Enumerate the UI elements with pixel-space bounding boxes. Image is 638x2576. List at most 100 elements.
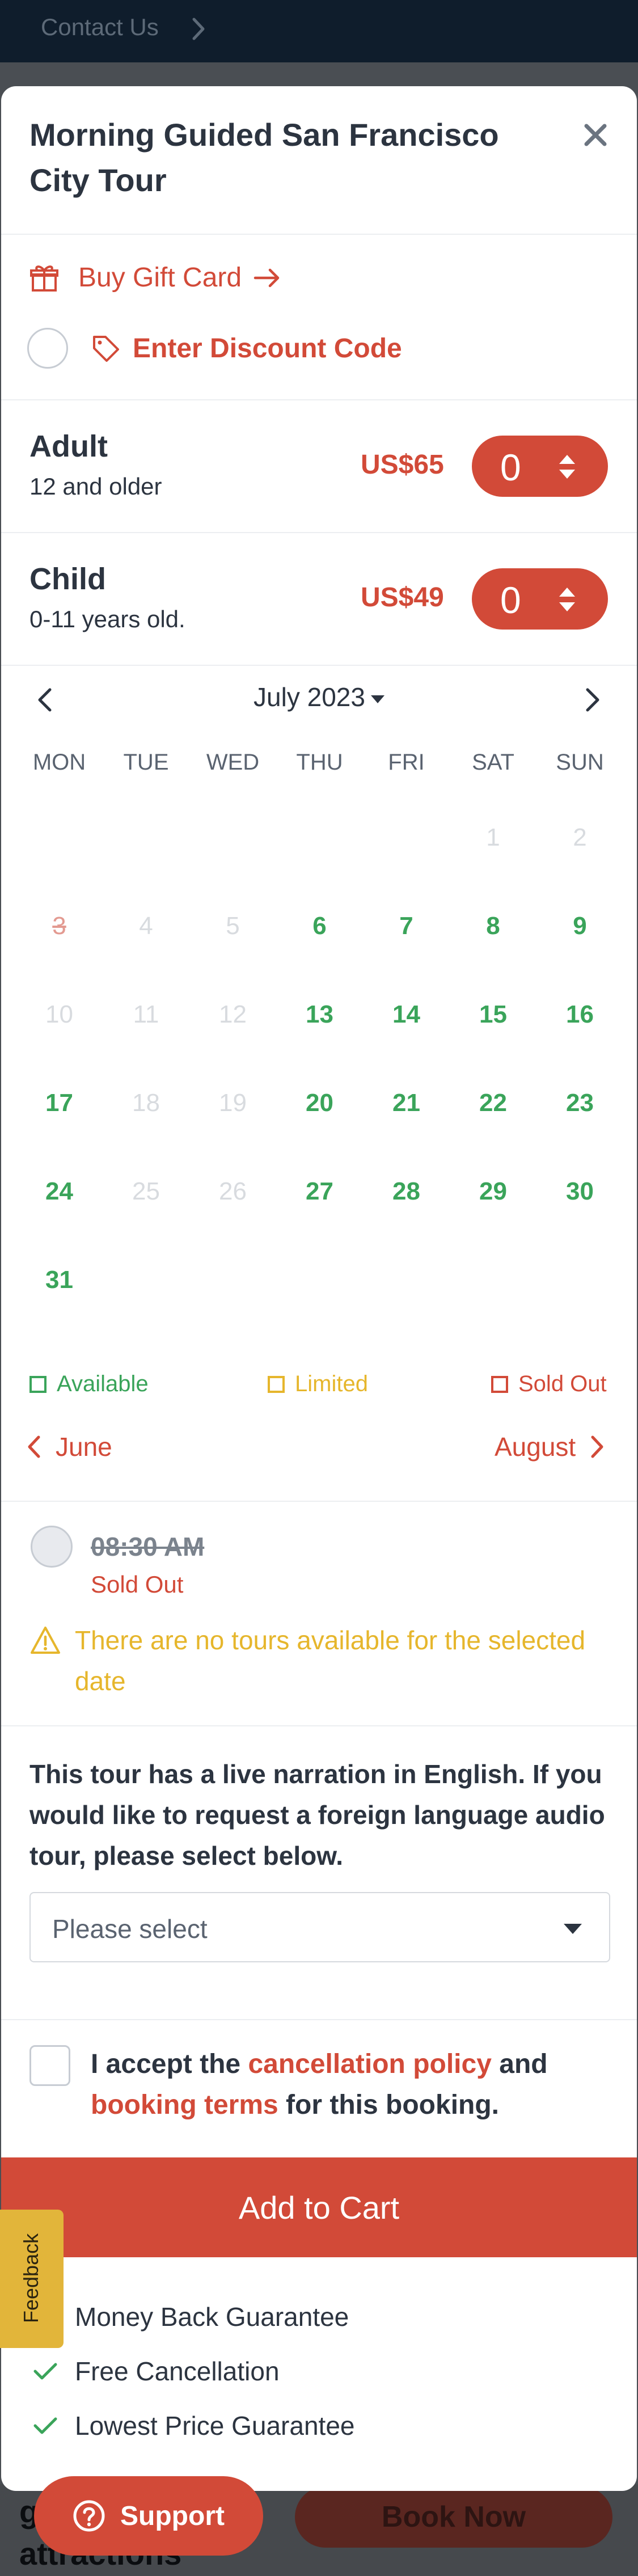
add-to-cart-button[interactable]: Add to Cart <box>1 2157 637 2257</box>
calendar-day[interactable]: 6 <box>276 912 363 940</box>
check-icon <box>33 2417 57 2434</box>
ticket-name: Adult <box>29 429 108 463</box>
calendar-day: 26 <box>219 1177 247 1205</box>
booking-modal: Morning Guided San Francisco City Tour B… <box>1 86 637 2491</box>
calendar-day: 5 <box>226 912 240 940</box>
calendar-day[interactable]: 21 <box>363 1089 450 1117</box>
calendar-day[interactable]: 31 <box>16 1266 103 1294</box>
weekday-header: FRI <box>388 750 425 775</box>
ticket-name: Child <box>29 562 106 596</box>
language-select[interactable]: Please select <box>29 1892 610 1962</box>
caret-down-icon <box>370 695 385 703</box>
calendar-day: 12 <box>219 1000 247 1028</box>
booking-terms-link[interactable]: booking terms <box>91 2090 278 2120</box>
chevron-right-icon <box>192 18 205 40</box>
divider <box>1 2019 637 2020</box>
calendar-day[interactable]: 23 <box>536 1089 623 1117</box>
quantity-value: 0 <box>500 579 521 621</box>
calendar-day[interactable]: 28 <box>363 1177 450 1206</box>
month-select[interactable]: July 2023 <box>1 682 637 712</box>
guarantee-item: Money Back Guarantee <box>33 2301 349 2332</box>
accept-terms-text: I accept the cancellation policy and boo… <box>91 2049 548 2120</box>
discount-radio[interactable] <box>27 328 68 369</box>
calendar-day[interactable]: 29 <box>450 1177 536 1206</box>
book-now-button[interactable]: Book Now <box>295 2486 612 2548</box>
calendar-day: 19 <box>219 1089 247 1117</box>
ticket-desc: 12 and older <box>29 473 162 500</box>
legend-swatch <box>29 1375 47 1393</box>
calendar-day[interactable]: 15 <box>450 1000 536 1029</box>
ticket-row-child: Child 0-11 years old. US$49 0 <box>1 533 637 665</box>
caret-down-icon <box>564 1924 582 1934</box>
quantity-stepper[interactable]: 0 <box>472 436 608 497</box>
calendar-day: 4 <box>139 912 153 940</box>
calendar-day: 3 <box>52 912 66 940</box>
modal-title: Morning Guided San Francisco City Tour <box>29 117 499 198</box>
calendar-day: 2 <box>573 824 587 851</box>
calendar-day[interactable]: 8 <box>450 912 536 940</box>
calendar-day[interactable]: 30 <box>536 1177 623 1206</box>
chevron-right-icon <box>591 1435 603 1458</box>
calendar-day[interactable]: 27 <box>276 1177 363 1206</box>
cancellation-policy-link[interactable]: cancellation policy <box>248 2049 491 2079</box>
calendar-day: 25 <box>132 1177 160 1205</box>
chevron-right-icon[interactable] <box>583 686 602 713</box>
check-icon <box>33 2363 57 2380</box>
select-placeholder: Please select <box>52 1914 208 1944</box>
help-icon <box>73 2500 105 2532</box>
feedback-label: Feedback <box>19 2233 43 2323</box>
up-down-arrows-icon <box>559 588 575 611</box>
ticket-price: US$65 <box>361 450 444 480</box>
calendar-day[interactable]: 14 <box>363 1000 450 1029</box>
calendar-nav: July 2023 <box>1 669 637 726</box>
weekday-header: SAT <box>472 750 514 775</box>
calendar-day: 10 <box>45 1000 73 1028</box>
weekday-header: SUN <box>556 750 604 775</box>
quantity-value: 0 <box>500 446 521 488</box>
calendar-day[interactable]: 20 <box>276 1089 363 1117</box>
timeslot-status: Sold Out <box>91 1571 184 1598</box>
weekday-header: WED <box>206 750 260 775</box>
prev-month-link[interactable]: June <box>25 1431 112 1462</box>
calendar-day[interactable]: 13 <box>276 1000 363 1029</box>
timeslot-radio[interactable] <box>31 1526 73 1568</box>
legend-sold-out: Sold Out <box>491 1371 607 1397</box>
tag-icon <box>93 336 119 362</box>
calendar-day[interactable]: 24 <box>16 1177 103 1206</box>
next-month-link[interactable]: August <box>495 1431 606 1462</box>
discount-code-row[interactable]: Enter Discount Code <box>27 328 402 369</box>
calendar-day[interactable]: 16 <box>536 1000 623 1029</box>
calendar-day[interactable]: 7 <box>363 912 450 940</box>
warning-icon <box>31 1627 60 1654</box>
calendar-day[interactable]: 9 <box>536 912 623 940</box>
calendar-day[interactable]: 17 <box>16 1089 103 1117</box>
divider <box>1 1501 637 1502</box>
guarantee-item: Free Cancellation <box>33 2356 280 2387</box>
gift-card-label: Buy Gift Card <box>78 263 242 293</box>
contact-us-link[interactable]: Contact Us <box>41 14 159 41</box>
divider <box>1 1725 637 1726</box>
feedback-tab[interactable]: Feedback <box>0 2210 64 2348</box>
close-icon[interactable] <box>580 119 611 151</box>
language-info-text: This tour has a live narration in Englis… <box>29 1759 605 1870</box>
no-tours-warning: There are no tours available for the sel… <box>29 1620 614 1701</box>
calendar-day[interactable]: 22 <box>450 1089 536 1117</box>
calendar-day: 18 <box>132 1089 160 1117</box>
ticket-row-adult: Adult 12 and older US$65 0 <box>1 400 637 532</box>
guarantee-item: Lowest Price Guarantee <box>33 2410 355 2441</box>
support-button[interactable]: Support <box>34 2476 263 2556</box>
support-label: Support <box>120 2501 225 2531</box>
legend-swatch <box>268 1375 285 1393</box>
legend-available: Available <box>29 1371 149 1397</box>
timeslot-time: 08:30 AM <box>91 1532 205 1561</box>
calendar-day: 11 <box>133 1000 159 1028</box>
weekday-header: TUE <box>123 750 169 775</box>
up-down-arrows-icon <box>559 455 575 479</box>
quantity-stepper[interactable]: 0 <box>472 568 608 630</box>
buy-gift-card-link[interactable]: Buy Gift Card <box>29 262 302 293</box>
accept-terms-checkbox[interactable] <box>29 2045 70 2086</box>
discount-label: Enter Discount Code <box>133 333 402 364</box>
ticket-price: US$49 <box>361 582 444 613</box>
modal-header: Morning Guided San Francisco City Tour <box>1 86 637 235</box>
chevron-left-icon <box>28 1435 40 1458</box>
